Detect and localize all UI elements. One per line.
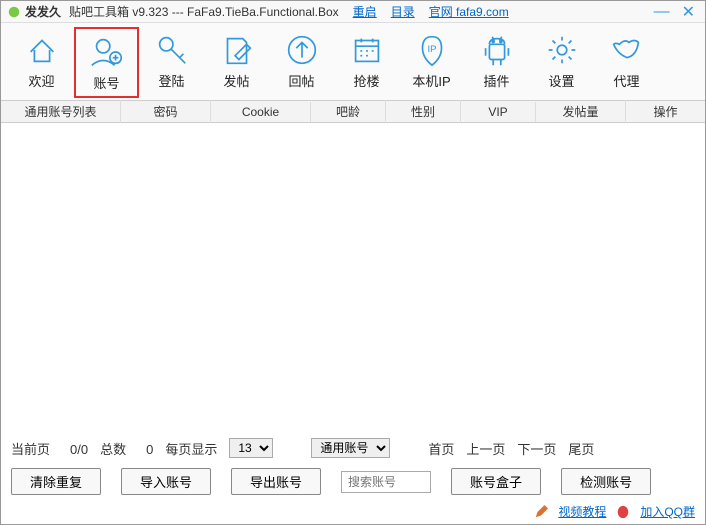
import-account-button[interactable]: 导入账号 — [121, 468, 211, 495]
qq-icon — [616, 505, 630, 519]
last-page[interactable]: 尾页 — [568, 439, 594, 458]
android-icon — [478, 31, 516, 69]
table-body — [1, 123, 705, 434]
user-add-icon — [88, 33, 126, 71]
tool-proxy[interactable]: 代理 — [594, 27, 659, 98]
col-account[interactable]: 通用账号列表 — [1, 100, 121, 123]
titlebar: 发发久 贴吧工具箱 v9.323 --- FaFa9.TieBa.Functio… — [1, 1, 705, 23]
key-icon — [153, 31, 191, 69]
pagesize-select[interactable]: 13 — [229, 438, 273, 458]
col-posts[interactable]: 发帖量 — [536, 100, 626, 123]
table-header: 通用账号列表 密码 Cookie 吧龄 性别 VIP 发帖量 操作 — [1, 101, 705, 123]
total-label: 总数0 — [100, 439, 153, 458]
search-account-input[interactable] — [341, 471, 431, 493]
export-account-button[interactable]: 导出账号 — [231, 468, 321, 495]
app-logo-icon — [7, 5, 21, 19]
main-toolbar: 欢迎 账号 登陆 发帖 回帖 抢楼 IP 本机IP 插件 设置 代理 — [1, 23, 705, 101]
tool-reply[interactable]: 回帖 — [269, 27, 334, 98]
calendar-icon — [348, 31, 386, 69]
upload-icon — [283, 31, 321, 69]
tool-login[interactable]: 登陆 — [139, 27, 204, 98]
col-action[interactable]: 操作 — [626, 100, 705, 123]
filter-select[interactable]: 通用账号 — [311, 438, 390, 458]
tool-grab[interactable]: 抢楼 — [334, 27, 399, 98]
check-account-button[interactable]: 检测账号 — [561, 468, 651, 495]
qq-group-link[interactable]: 加入QQ群 — [640, 503, 695, 520]
bird-icon — [608, 31, 646, 69]
svg-text:IP: IP — [427, 44, 436, 55]
catalog-link[interactable]: 目录 — [391, 3, 415, 20]
next-page[interactable]: 下一页 — [517, 439, 556, 458]
tool-welcome[interactable]: 欢迎 — [9, 27, 74, 98]
app-subtitle: 贴吧工具箱 v9.323 --- FaFa9.TieBa.Functional.… — [69, 3, 339, 20]
account-box-button[interactable]: 账号盒子 — [451, 468, 541, 495]
home-icon — [23, 31, 61, 69]
col-password[interactable]: 密码 — [121, 100, 211, 123]
action-row: 清除重复 导入账号 导出账号 账号盒子 检测账号 — [1, 462, 705, 501]
footer: 视频教程 加入QQ群 — [1, 501, 705, 524]
app-name: 发发久 — [25, 3, 61, 20]
close-icon[interactable]: ✕ — [678, 2, 699, 22]
tool-plugin[interactable]: 插件 — [464, 27, 529, 98]
tool-settings[interactable]: 设置 — [529, 27, 594, 98]
pagesize-label: 每页显示 — [165, 439, 217, 458]
tool-account[interactable]: 账号 — [74, 27, 139, 98]
minimize-icon[interactable]: — — [650, 3, 674, 21]
pencil-icon — [534, 505, 548, 519]
gear-icon — [543, 31, 581, 69]
clear-duplicates-button[interactable]: 清除重复 — [11, 468, 101, 495]
first-page[interactable]: 首页 — [428, 439, 454, 458]
tool-ip[interactable]: IP 本机IP — [399, 27, 464, 98]
official-link[interactable]: 官网 fafa9.com — [429, 3, 509, 20]
col-cookie[interactable]: Cookie — [211, 102, 311, 122]
pager-row: 当前页0/0 总数0 每页显示 13 通用账号 首页 上一页 下一页 尾页 — [1, 434, 705, 462]
col-age[interactable]: 吧龄 — [311, 100, 386, 123]
video-tutorial-link[interactable]: 视频教程 — [558, 503, 606, 520]
col-vip[interactable]: VIP — [461, 102, 536, 122]
ip-icon: IP — [413, 31, 451, 69]
prev-page[interactable]: 上一页 — [466, 439, 505, 458]
edit-icon — [218, 31, 256, 69]
tool-post[interactable]: 发帖 — [204, 27, 269, 98]
col-gender[interactable]: 性别 — [386, 100, 461, 123]
current-page-label: 当前页0/0 — [11, 439, 88, 458]
restart-link[interactable]: 重启 — [353, 3, 377, 20]
